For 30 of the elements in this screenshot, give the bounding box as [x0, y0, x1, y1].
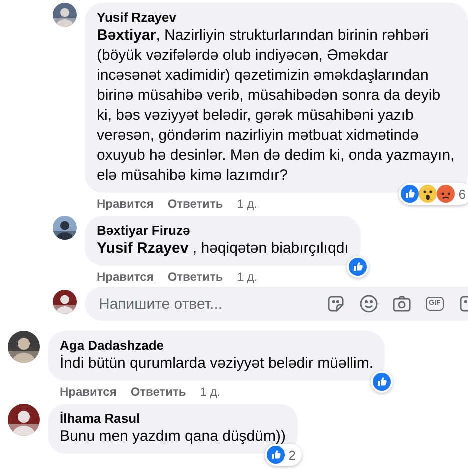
comment-time[interactable]: 1 д. — [200, 384, 221, 398]
comment-action-link[interactable]: Ответить — [168, 270, 224, 284]
comment-time[interactable]: 1 д. — [237, 270, 258, 284]
comment-time[interactable]: 1 д. — [237, 196, 258, 210]
reactions-badge[interactable] — [346, 256, 369, 278]
thumbs-up-icon — [373, 373, 392, 391]
author-name[interactable]: Aga Dadashzade — [60, 338, 374, 354]
reaction-count: 2 — [288, 448, 297, 462]
author-name[interactable]: Yusif Rzayev — [97, 10, 456, 26]
thumbs-up-icon — [400, 185, 419, 203]
comment-action-link[interactable]: Нравится — [97, 196, 154, 210]
comment-action-link[interactable]: Нравится — [97, 270, 154, 284]
comment-action-link[interactable]: Нравится — [60, 384, 117, 398]
author-name[interactable]: İlhama Rasul — [60, 411, 286, 427]
comment-action-link[interactable]: Ответить — [168, 196, 224, 210]
surprised-face-icon — [418, 185, 437, 203]
comment-text: İndi bütün qurumlarda vəziyyət belədir müəllim. — [60, 354, 374, 374]
reactions-badge[interactable]: 2 — [264, 444, 302, 466]
comment-text: Yusif Rzayev , həqiqətən biabırçılıqdı — [97, 239, 349, 259]
comment-text: Bəxtiyar, Nazirliyin strukturlarından birinin rəhbəri (böyük vəzifələrdə olub indiyəcən, Əməkdar incəsənət xadimidir) qəzetimizin əməkdaşlarından birinə müsahibə verib, müsahibədən sonra da deyib ki, bəs vəziyyət belədir, gərək müsahibəni yazıb verəsən, göndərim nazirliyin mətbuat xidmətində oxuyub hə desinlər. Mən də dedim ki, onda yazmayın, elə müsahibə kimə lazımdır? — [97, 26, 456, 186]
reactions-badge[interactable] — [371, 371, 394, 393]
reactions-badge[interactable]: 6 — [398, 183, 468, 205]
comment-text: Bunu men yazdım qana düşdüm)) — [60, 427, 286, 447]
thumbs-up-icon — [266, 446, 285, 464]
angry-face-icon — [436, 185, 455, 203]
thumbs-up-icon — [348, 258, 367, 276]
comment-action-link[interactable]: Ответить — [130, 384, 186, 398]
emoji-icon[interactable] — [358, 293, 380, 315]
author-name[interactable]: Bəxtiyar Firuzə — [97, 223, 349, 239]
reaction-count: 6 — [458, 186, 467, 202]
